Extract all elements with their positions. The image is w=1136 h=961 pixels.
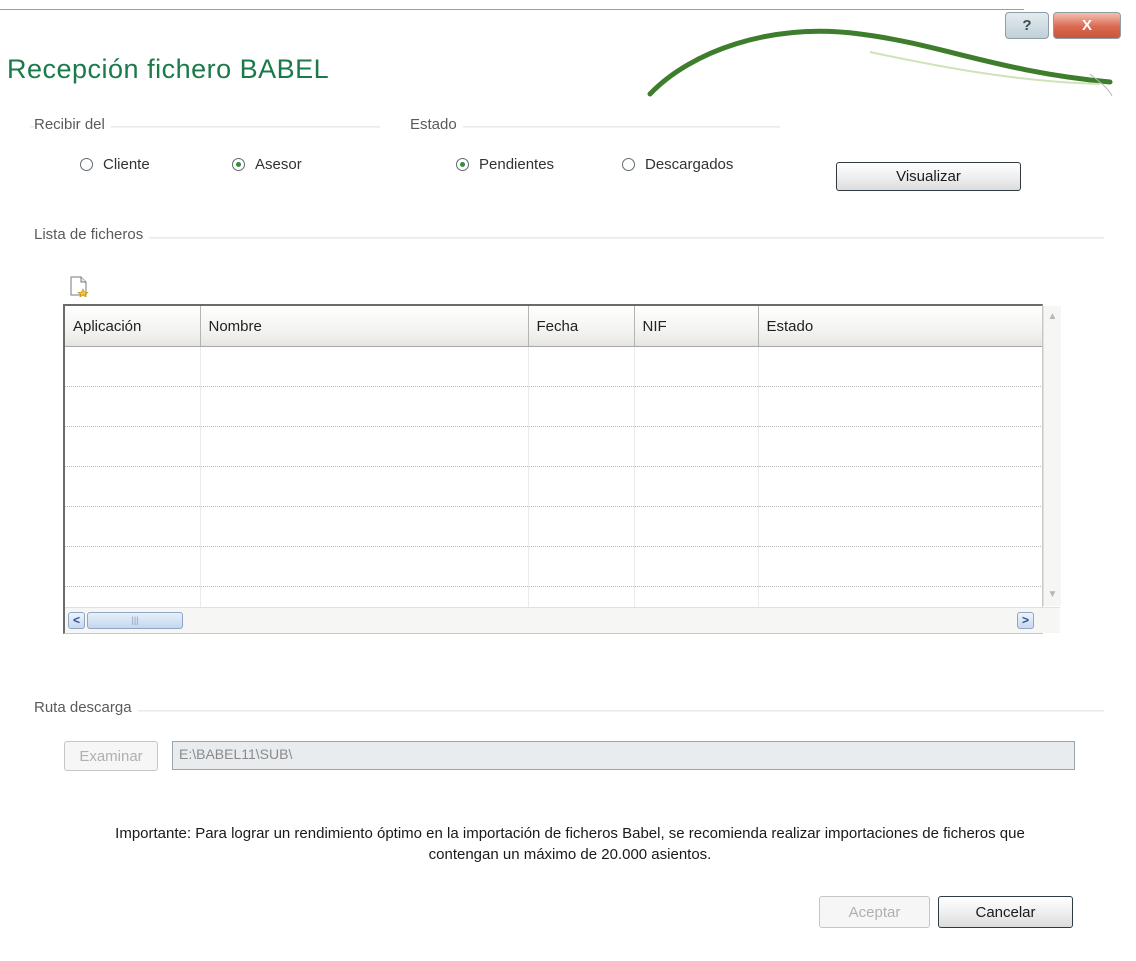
close-icon: X bbox=[1081, 17, 1092, 34]
download-path-field[interactable]: E:\BABEL11\SUB\ bbox=[172, 741, 1075, 770]
column-header-aplicacion[interactable]: Aplicación bbox=[65, 306, 201, 347]
column-header-nif[interactable]: NIF bbox=[634, 306, 759, 347]
lista-divider bbox=[34, 237, 1104, 239]
help-icon: ? bbox=[1022, 17, 1032, 34]
ruta-divider bbox=[34, 710, 1104, 712]
recibir-label: Recibir del bbox=[34, 116, 111, 133]
top-border-line bbox=[0, 9, 1024, 10]
visualizar-button[interactable]: Visualizar bbox=[836, 162, 1021, 191]
notice-line-1: Importante: Para lograr un rendimiento ó… bbox=[115, 825, 1025, 842]
help-button[interactable]: ? bbox=[1005, 12, 1049, 39]
new-document-icon[interactable] bbox=[68, 275, 90, 298]
estado-divider bbox=[410, 126, 780, 128]
radio-cliente-label: Cliente bbox=[103, 156, 150, 173]
table-row[interactable] bbox=[65, 506, 1042, 547]
column-header-estado[interactable]: Estado bbox=[758, 306, 1042, 347]
table-row[interactable] bbox=[65, 346, 1042, 387]
cancelar-button[interactable]: Cancelar bbox=[938, 896, 1073, 928]
table-row[interactable] bbox=[65, 466, 1042, 507]
scroll-up-icon[interactable]: ▲ bbox=[1044, 308, 1061, 325]
column-header-fecha[interactable]: Fecha bbox=[528, 306, 635, 347]
notice-line-2: contengan un máximo de 20.000 asientos. bbox=[428, 846, 712, 863]
examinar-button[interactable]: Examinar bbox=[64, 741, 158, 771]
radio-descargados-label: Descargados bbox=[645, 156, 734, 173]
radio-indicator bbox=[622, 158, 635, 171]
scroll-thumb[interactable]: ||| bbox=[87, 612, 183, 629]
radio-pendientes[interactable]: Pendientes bbox=[456, 156, 554, 173]
table-row[interactable] bbox=[65, 546, 1042, 587]
radio-indicator-checked bbox=[232, 158, 245, 171]
radio-pendientes-label: Pendientes bbox=[479, 156, 555, 173]
import-notice: Importante: Para lograr un rendimiento ó… bbox=[20, 823, 1120, 865]
ruta-label: Ruta descarga bbox=[34, 699, 138, 716]
radio-descargados[interactable]: Descargados bbox=[622, 156, 733, 173]
radio-indicator-checked bbox=[456, 158, 469, 171]
radio-cliente[interactable]: Cliente bbox=[80, 156, 150, 173]
table-row[interactable] bbox=[65, 426, 1042, 467]
lista-label: Lista de ficheros bbox=[34, 226, 150, 243]
window-title: Recepción fichero BABEL bbox=[7, 54, 330, 84]
scroll-down-icon[interactable]: ▼ bbox=[1044, 586, 1061, 603]
aceptar-button[interactable]: Aceptar bbox=[819, 896, 930, 928]
radio-asesor-label: Asesor bbox=[255, 156, 302, 173]
radio-indicator bbox=[80, 158, 93, 171]
estado-label: Estado bbox=[410, 116, 463, 133]
scroll-left-icon[interactable]: < bbox=[68, 612, 85, 629]
vertical-scrollbar[interactable]: ▲ ▼ bbox=[1043, 306, 1061, 606]
table-header-row: Aplicación Nombre Fecha NIF Estado bbox=[65, 306, 1042, 347]
close-button[interactable]: X bbox=[1053, 12, 1121, 39]
horizontal-scrollbar[interactable]: < ||| > bbox=[65, 607, 1060, 633]
column-header-nombre[interactable]: Nombre bbox=[200, 306, 529, 347]
table-row[interactable] bbox=[65, 386, 1042, 427]
files-table[interactable]: Aplicación Nombre Fecha NIF Estado bbox=[63, 304, 1043, 634]
radio-asesor[interactable]: Asesor bbox=[232, 156, 302, 173]
scroll-right-icon[interactable]: > bbox=[1017, 612, 1034, 629]
